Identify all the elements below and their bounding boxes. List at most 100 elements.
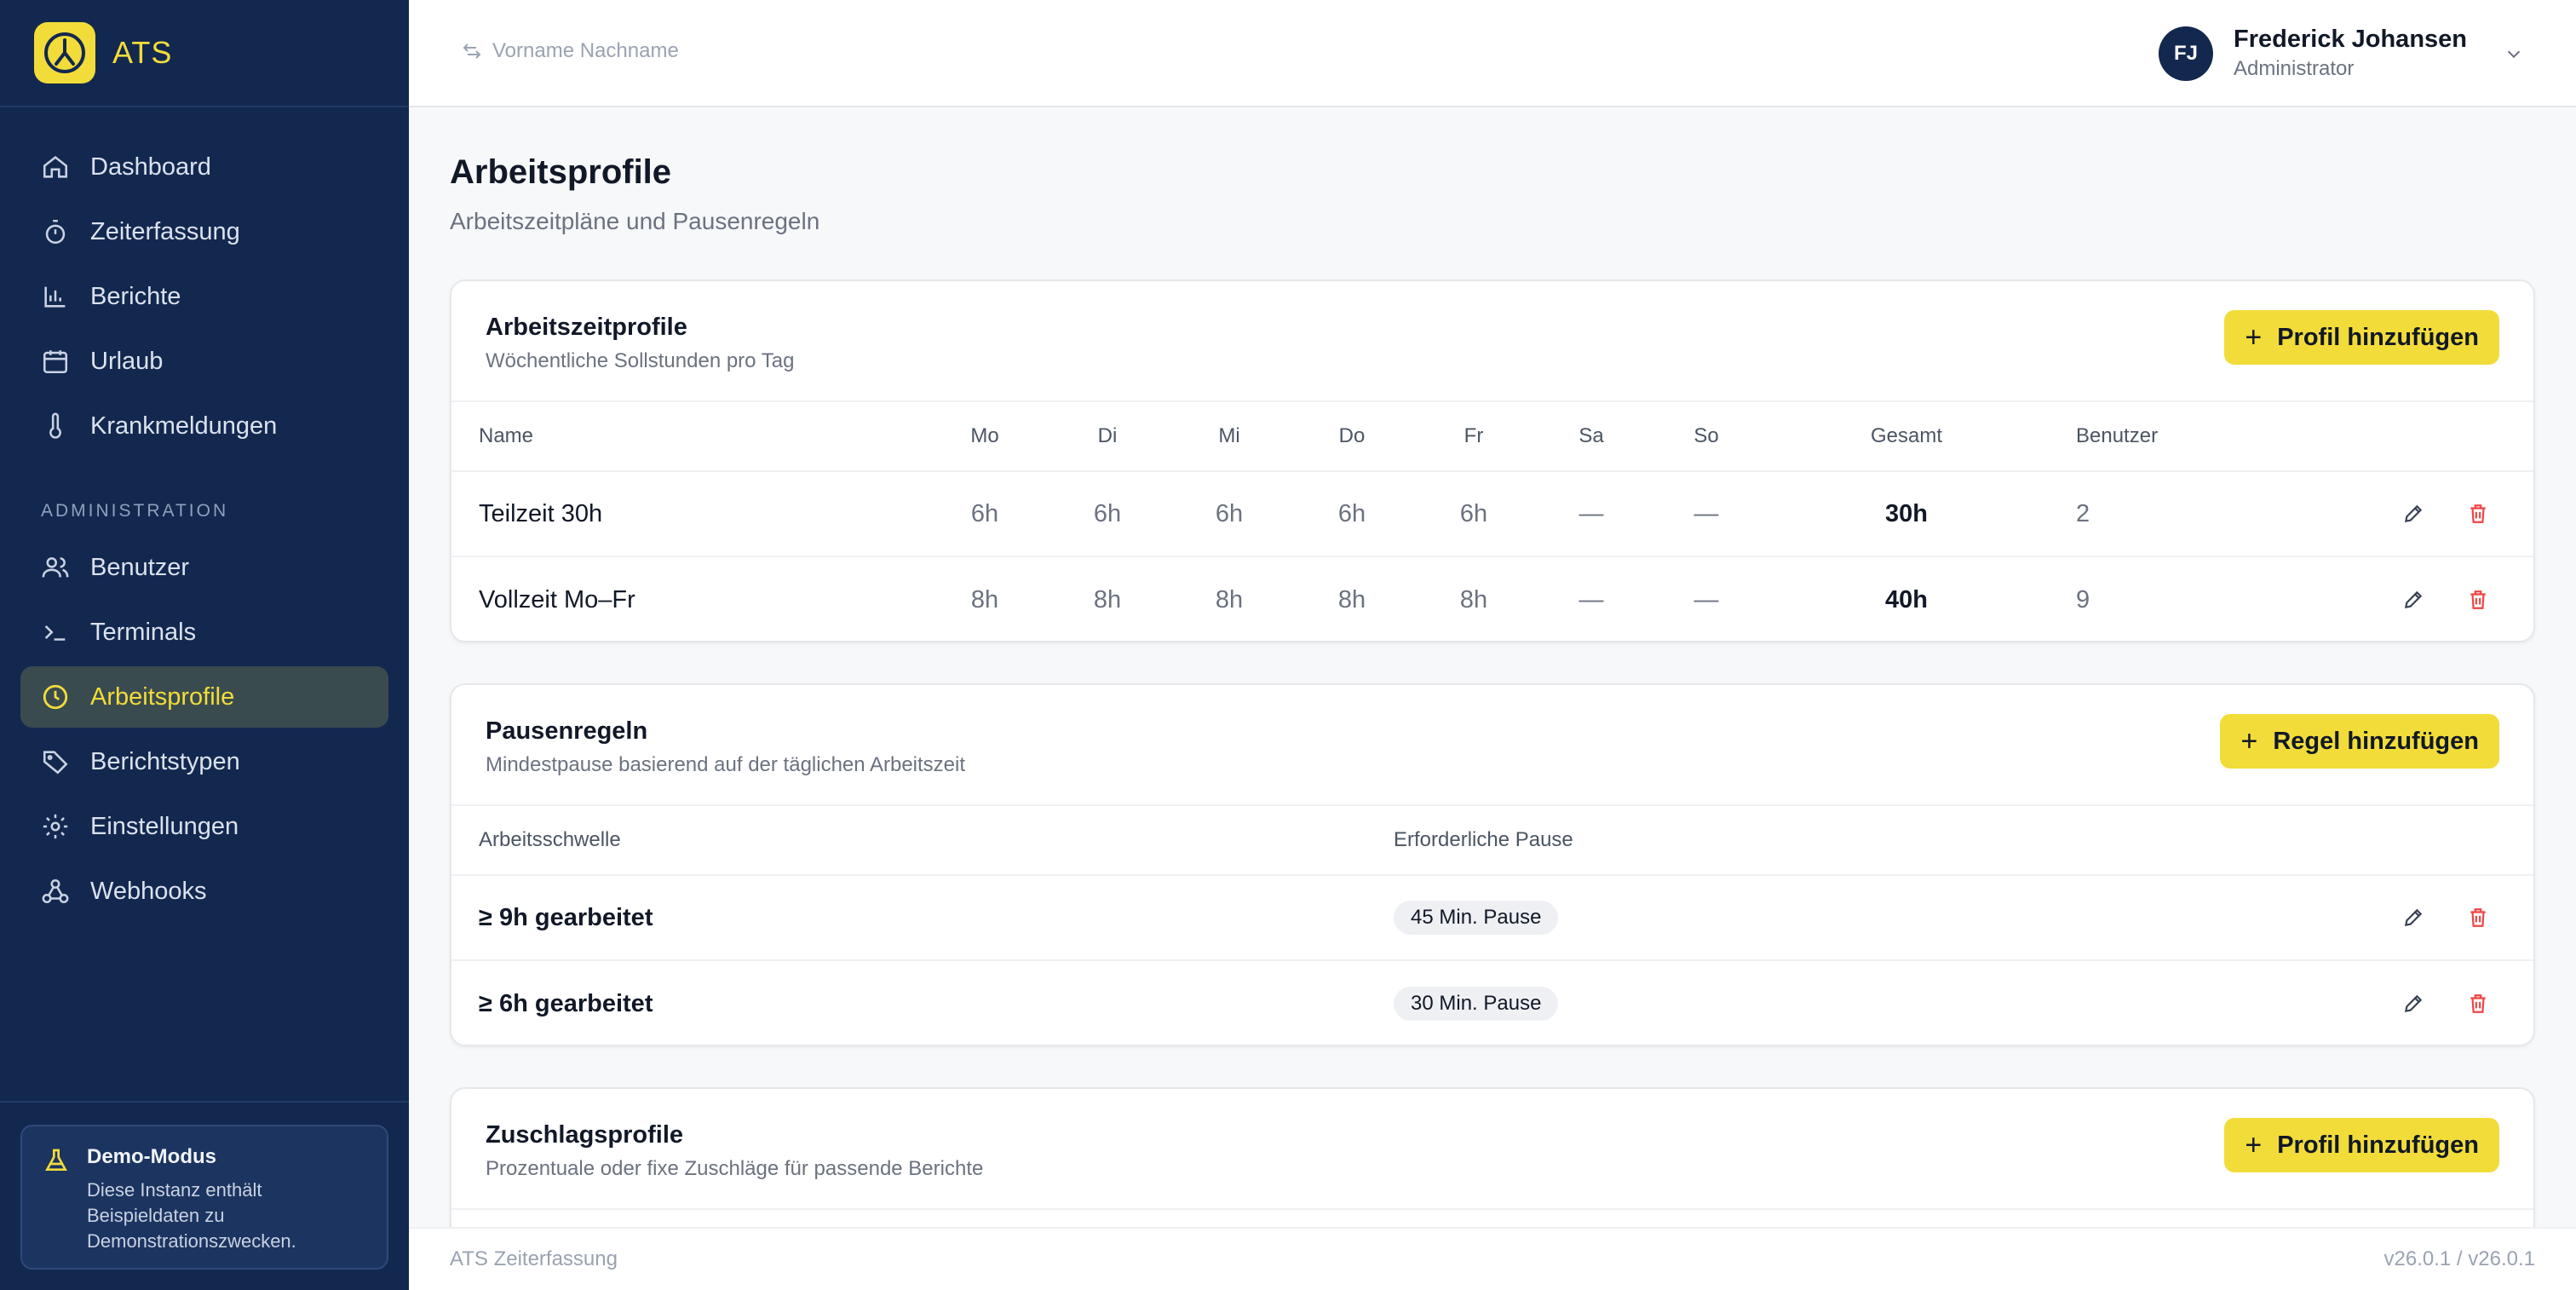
add-profile-button[interactable]: + Profil hinzufügen (2224, 310, 2499, 365)
switch-arrows-icon (463, 43, 481, 59)
trash-icon (2470, 994, 2486, 1013)
delete-button[interactable] (2467, 876, 2489, 959)
cell-mi: 8h (1215, 585, 1244, 613)
add-surcharge-profile-button[interactable]: + Profil hinzufügen (2224, 1118, 2499, 1172)
sidebar-item-urlaub[interactable]: Urlaub (20, 331, 388, 392)
edit-button[interactable] (2402, 472, 2424, 556)
cell-sa: — (1578, 585, 1604, 613)
brand-name: ATS (112, 35, 173, 70)
sidebar-item-label: Dashboard (90, 153, 211, 181)
table-row: Vollzeit Mo–Fr 8h 8h 8h 8h 8h — — 40h 9 (451, 557, 2533, 641)
column-header-sa: Sa (1578, 424, 1604, 447)
sidebar-item-label: Zeiterfassung (90, 217, 240, 245)
cell-mi: 6h (1215, 499, 1244, 527)
delete-button[interactable] (2467, 472, 2489, 556)
card-header: Zuschlagsprofile Prozentuale oder fixe Z… (451, 1089, 2533, 1210)
sidebar-item-arbeitsprofile[interactable]: Arbeitsprofile (20, 666, 388, 728)
cell-fr: 6h (1459, 499, 1488, 527)
add-profile-label: Profil hinzufügen (2277, 323, 2479, 351)
user-menu[interactable]: FJ Frederick Johansen Administrator (2159, 26, 2523, 81)
rule-threshold: ≥ 9h gearbeitet (479, 903, 653, 931)
break-rules-card: Pausenregeln Mindestpause basierend auf … (450, 683, 2535, 1046)
demo-title: Demo-Modus (87, 1145, 216, 1168)
sidebar-item-berichte[interactable]: Berichte (20, 266, 388, 327)
column-header-users: Benutzer (2076, 424, 2159, 447)
sidebar-item-zeiterfassung[interactable]: Zeiterfassung (20, 201, 388, 262)
delete-button[interactable] (2467, 961, 2489, 1045)
pencil-icon (2404, 994, 2423, 1013)
bar-chart-icon (44, 286, 66, 308)
avatar: FJ (2159, 26, 2213, 81)
cell-di: 6h (1093, 499, 1122, 527)
card-header: Arbeitszeitprofile Wöchentliche Sollstun… (451, 281, 2533, 402)
column-header-threshold: Arbeitsschwelle (479, 828, 621, 851)
sidebar-item-benutzer[interactable]: Benutzer (20, 537, 388, 598)
footer-version: v26.0.1 / v26.0.1 (2383, 1247, 2535, 1270)
flask-icon (45, 1149, 67, 1171)
trash-icon (2470, 908, 2486, 927)
column-header-pause: Erforderliche Pause (1394, 828, 1573, 851)
column-header-mo: Mo (970, 424, 999, 447)
calendar-icon (43, 350, 68, 374)
edit-button[interactable] (2402, 961, 2424, 1045)
thermometer-icon (49, 412, 61, 439)
cell-sa: — (1578, 499, 1604, 527)
edit-button[interactable] (2402, 876, 2424, 959)
sidebar-item-webhooks[interactable]: Webhooks (20, 861, 388, 922)
cell-do: 8h (1337, 585, 1366, 613)
cell-fr: 8h (1459, 585, 1488, 613)
chevron-down-icon (2507, 50, 2521, 58)
plus-icon: + (2245, 320, 2263, 354)
sidebar-item-krankmeldungen[interactable]: Krankmeldungen (20, 395, 388, 457)
cell-mo: 6h (970, 499, 999, 527)
clock-icon (43, 684, 68, 710)
column-header-mi: Mi (1218, 424, 1240, 447)
column-header-total: Gesamt (1870, 424, 1943, 447)
card-title: Zuschlagsprofile (486, 1121, 684, 1149)
cell-do: 6h (1337, 499, 1366, 527)
pencil-icon (2404, 590, 2423, 609)
sidebar-item-label: Arbeitsprofile (90, 682, 235, 711)
user-switcher[interactable]: Vorname Nachname (462, 39, 679, 63)
table-row: Teilzeit 30h 6h 6h 6h 6h 6h — — 30h 2 (451, 472, 2533, 557)
card-subtitle: Wöchentliche Sollstunden pro Tag (486, 349, 795, 372)
page-subtitle: Arbeitszeitpläne und Pausenregeln (450, 208, 820, 234)
cell-di: 8h (1093, 585, 1122, 613)
sidebar-item-label: Berichte (90, 282, 181, 310)
sidebar-item-dashboard[interactable]: Dashboard (20, 136, 388, 198)
table-header: Name Mo Di Mi Do Fr Sa So Gesamt Benutze… (451, 402, 2533, 472)
stopwatch-icon (45, 219, 66, 245)
brand[interactable]: ATS (0, 0, 409, 107)
footer-app-name: ATS Zeiterfassung (450, 1247, 618, 1270)
gear-icon (43, 814, 68, 839)
logo-icon (34, 22, 95, 84)
sidebar-item-label: Webhooks (90, 877, 207, 905)
card-header: Pausenregeln Mindestpause basierend auf … (451, 685, 2533, 806)
pencil-icon (2404, 908, 2423, 927)
sidebar-item-berichtstypen[interactable]: Berichtstypen (20, 731, 388, 792)
column-header-name: Name (479, 424, 534, 447)
add-rule-button[interactable]: + Regel hinzufügen (2220, 714, 2499, 769)
card-subtitle: Mindestpause basierend auf der täglichen… (486, 753, 966, 776)
card-subtitle: Prozentuale oder fixe Zuschläge für pass… (486, 1157, 984, 1180)
edit-button[interactable] (2402, 557, 2424, 641)
sidebar-item-label: Benutzer (90, 553, 190, 581)
users-icon (42, 557, 69, 578)
rule-threshold: ≥ 6h gearbeitet (479, 989, 653, 1017)
demo-mode-notice: Demo-Modus Diese Instanz enthält Beispie… (20, 1125, 388, 1270)
sidebar-item-terminals[interactable]: Terminals (20, 602, 388, 663)
page-title: Arbeitsprofile (450, 153, 672, 191)
trash-icon (2470, 590, 2486, 609)
table-header: Arbeitsschwelle Erforderliche Pause (451, 806, 2533, 876)
sidebar: ATS Dashboard Zeiterfassung Berichte Url… (0, 0, 409, 1290)
sidebar-item-einstellungen[interactable]: Einstellungen (20, 796, 388, 857)
cell-total: 30h (1885, 499, 1928, 527)
table-row: ≥ 6h gearbeitet 30 Min. Pause (451, 961, 2533, 1045)
delete-button[interactable] (2467, 557, 2489, 641)
column-header-do: Do (1338, 424, 1366, 447)
tag-icon (43, 751, 68, 775)
topbar: Vorname Nachname FJ Frederick Johansen A… (409, 0, 2576, 107)
cell-users: 9 (2076, 585, 2090, 613)
column-header-di: Di (1097, 424, 1118, 447)
pencil-icon (2404, 504, 2423, 523)
